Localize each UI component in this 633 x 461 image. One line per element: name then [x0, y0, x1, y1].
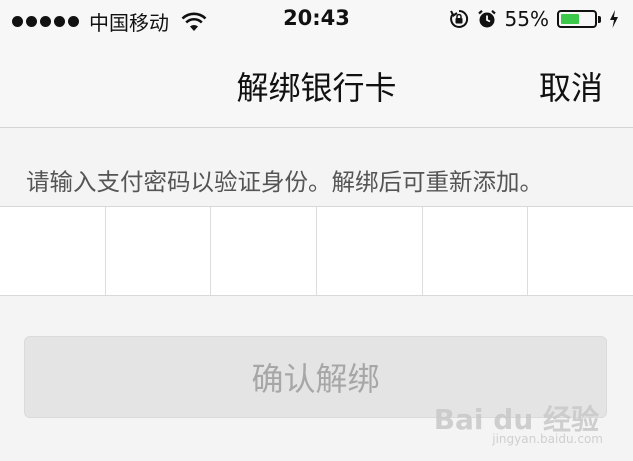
- battery-icon: [557, 10, 601, 28]
- password-digit-box[interactable]: [317, 207, 423, 295]
- charging-bolt-icon: [610, 10, 618, 28]
- password-input[interactable]: [0, 206, 633, 296]
- status-right: 55%: [449, 7, 619, 31]
- password-digit-box[interactable]: [528, 207, 633, 295]
- cancel-button[interactable]: 取消: [539, 63, 603, 109]
- carrier-label: 中国移动: [89, 11, 169, 35]
- battery-percent: 55%: [504, 7, 549, 31]
- status-left: 中国移动: [12, 7, 207, 36]
- hint-area: 请输入支付密码以验证身份。解绑后可重新添加。: [0, 128, 633, 206]
- watermark-url: jingyan.baidu.com: [492, 432, 603, 446]
- rotation-lock-icon: [449, 9, 468, 28]
- hint-text: 请输入支付密码以验证身份。解绑后可重新添加。: [26, 168, 543, 196]
- password-digit-box[interactable]: [423, 207, 529, 295]
- password-digit-box[interactable]: [211, 207, 318, 295]
- alarm-icon: [477, 9, 496, 28]
- signal-dots-icon: [12, 16, 79, 27]
- status-bar: 中国移动 20:43 55%: [0, 0, 633, 42]
- password-digit-box[interactable]: [106, 207, 212, 295]
- wifi-icon: [181, 12, 207, 31]
- password-digit-box[interactable]: [0, 207, 106, 295]
- nav-bar: 解绑银行卡 取消: [0, 42, 633, 128]
